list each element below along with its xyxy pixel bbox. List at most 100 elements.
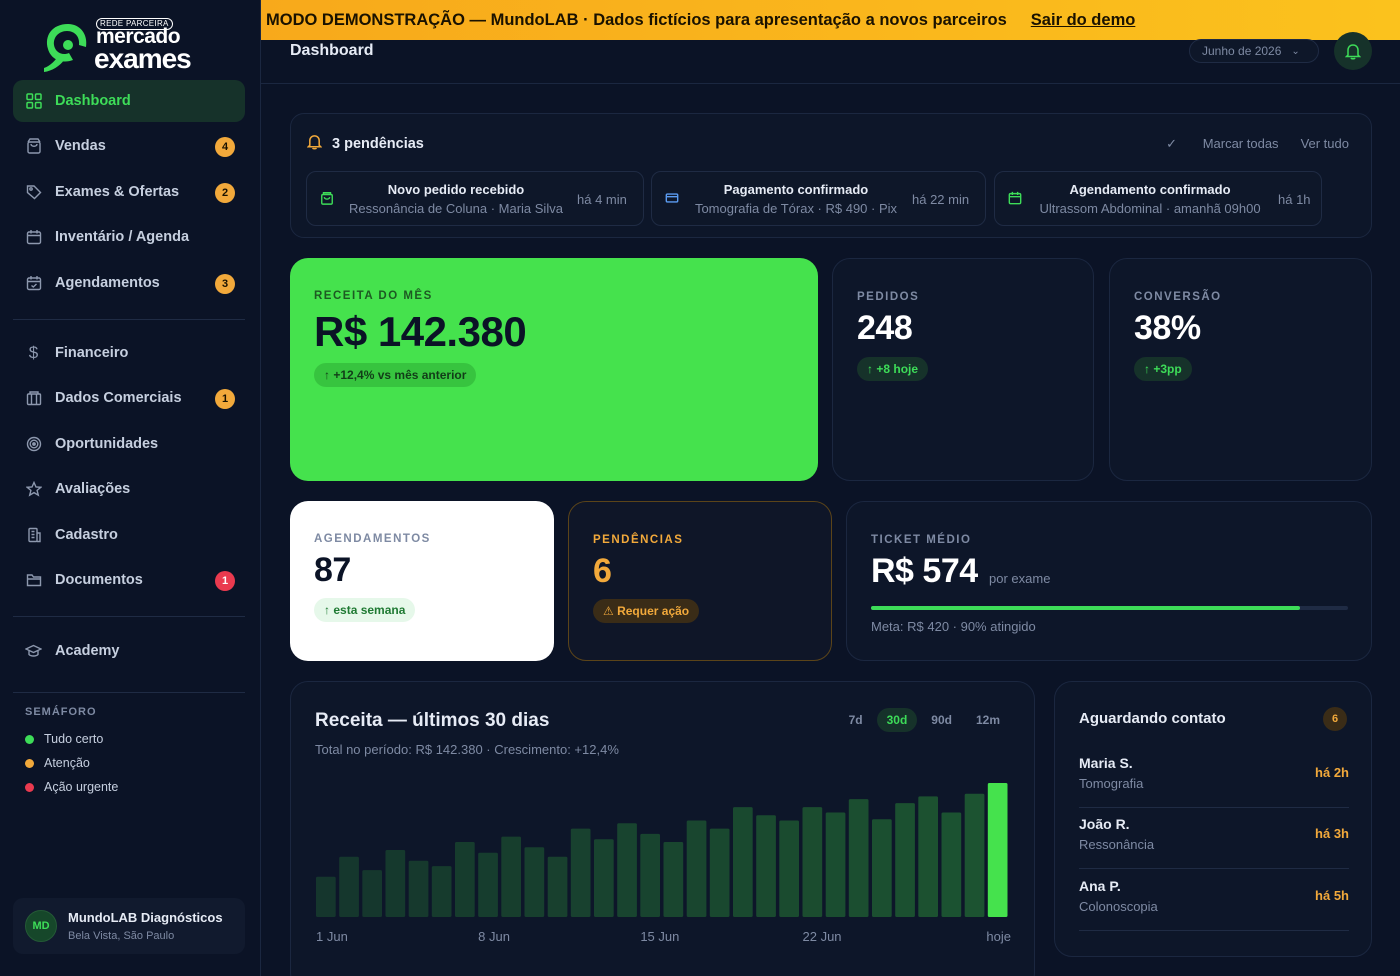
chart-bar[interactable] <box>872 819 892 917</box>
grid-icon <box>25 93 42 110</box>
chart-bar[interactable] <box>617 823 637 917</box>
kpi-label: TICKET MÉDIO <box>871 534 972 546</box>
chart-bar[interactable] <box>501 836 521 917</box>
contact-row[interactable]: João R. Ressonância há 3h <box>1079 808 1349 869</box>
kpi-receita-card[interactable]: RECEITA DO MÊS R$ 142.380 ↑ +12,4% vs mê… <box>290 258 818 481</box>
kpi-delta-badge: ↑ +12,4% vs mês anterior <box>314 363 477 387</box>
chart-bar[interactable] <box>918 796 938 917</box>
chart-bar[interactable] <box>895 803 915 917</box>
contact-row[interactable]: Maria S. Tomografia há 2h <box>1079 747 1349 808</box>
chart-bar[interactable] <box>802 807 823 917</box>
chart-bar[interactable] <box>709 828 730 917</box>
sidebar-item-vendas[interactable]: Vendas 4 <box>13 125 245 167</box>
sidebar-item-academy[interactable]: Academy <box>13 630 245 672</box>
mark-all-label: Marcar todas <box>1202 136 1279 151</box>
sidebar-item-label: Financeiro <box>55 345 129 361</box>
sidebar-item-financeiro[interactable]: $ Financeiro <box>13 332 245 374</box>
notification-title: Novo pedido recebido <box>387 182 525 197</box>
kpi-label: PENDÊNCIAS <box>593 534 684 546</box>
contacts-count-badge: 6 <box>1323 707 1347 731</box>
semaforo-label: Tudo certo <box>44 732 104 746</box>
sidebar-item-dados-comerciais[interactable]: Dados Comerciais 1 <box>13 377 245 419</box>
chart-bar[interactable] <box>848 799 869 917</box>
contact-time: há 2h <box>1315 765 1349 780</box>
notification-title: Agendamento confirmado <box>1069 182 1231 197</box>
semaforo-title: SEMÁFORO <box>25 706 97 718</box>
notification-item[interactable]: Agendamento confirmado Ultrassom Abdomin… <box>994 171 1322 226</box>
sidebar-item-dashboard[interactable]: Dashboard <box>13 80 245 122</box>
contact-row[interactable]: Ana P. Colonoscopia há 5h <box>1079 870 1349 931</box>
sidebar-item-avaliacoes[interactable]: Avaliações <box>13 468 245 510</box>
warning-icon: ⚠ <box>603 604 618 618</box>
notification-title: Pagamento confirmado <box>723 182 869 197</box>
kpi-delta-badge: ↑ +8 hoje <box>857 357 929 381</box>
chart-bar[interactable] <box>362 870 382 917</box>
logo-mark-icon <box>44 24 87 72</box>
see-all-link[interactable]: Ver tudo <box>1301 136 1349 152</box>
sidebar-item-label: Dados Comerciais <box>55 390 182 406</box>
arrow-up-icon: ↑ <box>1144 362 1154 376</box>
chart-bar[interactable] <box>570 828 591 917</box>
chart-bar[interactable] <box>408 860 429 917</box>
exit-demo-link[interactable]: Sair do demo <box>1031 11 1136 30</box>
sidebar-item-exames-ofertas[interactable]: Exames & Ofertas 2 <box>13 171 245 213</box>
chart-bar[interactable] <box>756 815 776 917</box>
semaforo-label: Atenção <box>44 756 90 770</box>
sidebar-item-agendamentos[interactable]: Agendamentos 3 <box>13 262 245 304</box>
chart-subtitle: Total no período: R$ 142.380 · Crescimen… <box>315 742 619 757</box>
kpi-value: 38% <box>1134 309 1201 347</box>
notifications-button[interactable] <box>1334 32 1372 70</box>
chart-bar[interactable] <box>385 850 406 917</box>
sidebar-item-label: Agendamentos <box>55 275 160 291</box>
chart-bar[interactable] <box>941 812 962 918</box>
range-90d-button[interactable]: 90d <box>921 708 962 732</box>
kpi-agendamentos-card[interactable]: AGENDAMENTOS 87 ↑ esta semana <box>290 501 554 661</box>
sidebar-item-cadastro[interactable]: Cadastro <box>13 514 245 556</box>
sidebar-item-oportunidades[interactable]: Oportunidades <box>13 423 245 465</box>
kpi-delta-badge: ↑ +3pp <box>1134 357 1192 381</box>
notification-subtitle: Ultrassom Abdominal · amanhã 09h00 <box>1039 201 1261 216</box>
kpi-value: 248 <box>857 309 913 347</box>
chart-bar[interactable] <box>339 856 359 917</box>
kpi-pendencias-card[interactable]: PENDÊNCIAS 6 ⚠ Requer ação <box>568 501 832 661</box>
sidebar-item-documentos[interactable]: Documentos 1 <box>13 559 245 601</box>
chart-bar[interactable] <box>663 842 684 917</box>
graduation-cap-icon <box>25 643 42 660</box>
pendings-header: 3 pendências <box>306 134 424 154</box>
mark-all-button[interactable]: ✓ Marcar todas <box>1144 136 1278 152</box>
contact-time: há 5h <box>1315 888 1349 903</box>
chart-bar[interactable] <box>733 807 753 917</box>
chart-bar[interactable] <box>779 820 799 918</box>
chart-bar[interactable] <box>987 783 1008 917</box>
chart-bar[interactable] <box>316 876 336 917</box>
chart-bar[interactable] <box>594 839 614 917</box>
mercado-exames-logo[interactable]: REDE PARCEIRA mercado exames <box>38 16 228 74</box>
chart-bar[interactable] <box>547 856 568 917</box>
notification-item[interactable]: Pagamento confirmado Tomografia de Tórax… <box>651 171 986 226</box>
range-12m-button[interactable]: 12m <box>966 708 1010 732</box>
kpi-ticket-card[interactable]: TICKET MÉDIO R$ 574 por exame Meta: R$ 4… <box>846 501 1372 661</box>
goal-progress-fill <box>871 606 1301 610</box>
range-7d-button[interactable]: 7d <box>839 708 873 732</box>
office-icon <box>25 527 42 544</box>
demo-banner: MODO DEMONSTRAÇÃO — MundoLAB · Dados fic… <box>261 0 1400 40</box>
chart-bar[interactable] <box>478 852 498 917</box>
chart-bar[interactable] <box>964 793 985 917</box>
notification-item[interactable]: Novo pedido recebido Ressonância de Colu… <box>306 171 644 226</box>
company-card[interactable]: MD MundoLAB Diagnósticos Bela Vista, São… <box>13 898 245 954</box>
range-30d-button[interactable]: 30d <box>876 708 918 732</box>
chart-bar[interactable] <box>431 866 452 917</box>
chart-bar[interactable] <box>686 820 707 918</box>
status-dot-orange <box>25 758 34 768</box>
chart-bar[interactable] <box>455 842 475 917</box>
pendings-title: 3 pendências <box>332 136 424 152</box>
chart-bar[interactable] <box>640 833 660 917</box>
period-selector[interactable]: Junho de 2026 ⌄ <box>1189 39 1319 63</box>
kpi-conversao-card[interactable]: CONVERSÃO 38% ↑ +3pp <box>1109 258 1372 481</box>
sidebar-item-label: Documentos <box>55 572 143 588</box>
calendar-icon <box>25 229 42 246</box>
chart-bar[interactable] <box>825 812 846 918</box>
sidebar-item-inventario-agenda[interactable]: Inventário / Agenda <box>13 216 245 258</box>
kpi-pedidos-card[interactable]: PEDIDOS 248 ↑ +8 hoje <box>832 258 1094 481</box>
chart-bar[interactable] <box>524 847 545 917</box>
